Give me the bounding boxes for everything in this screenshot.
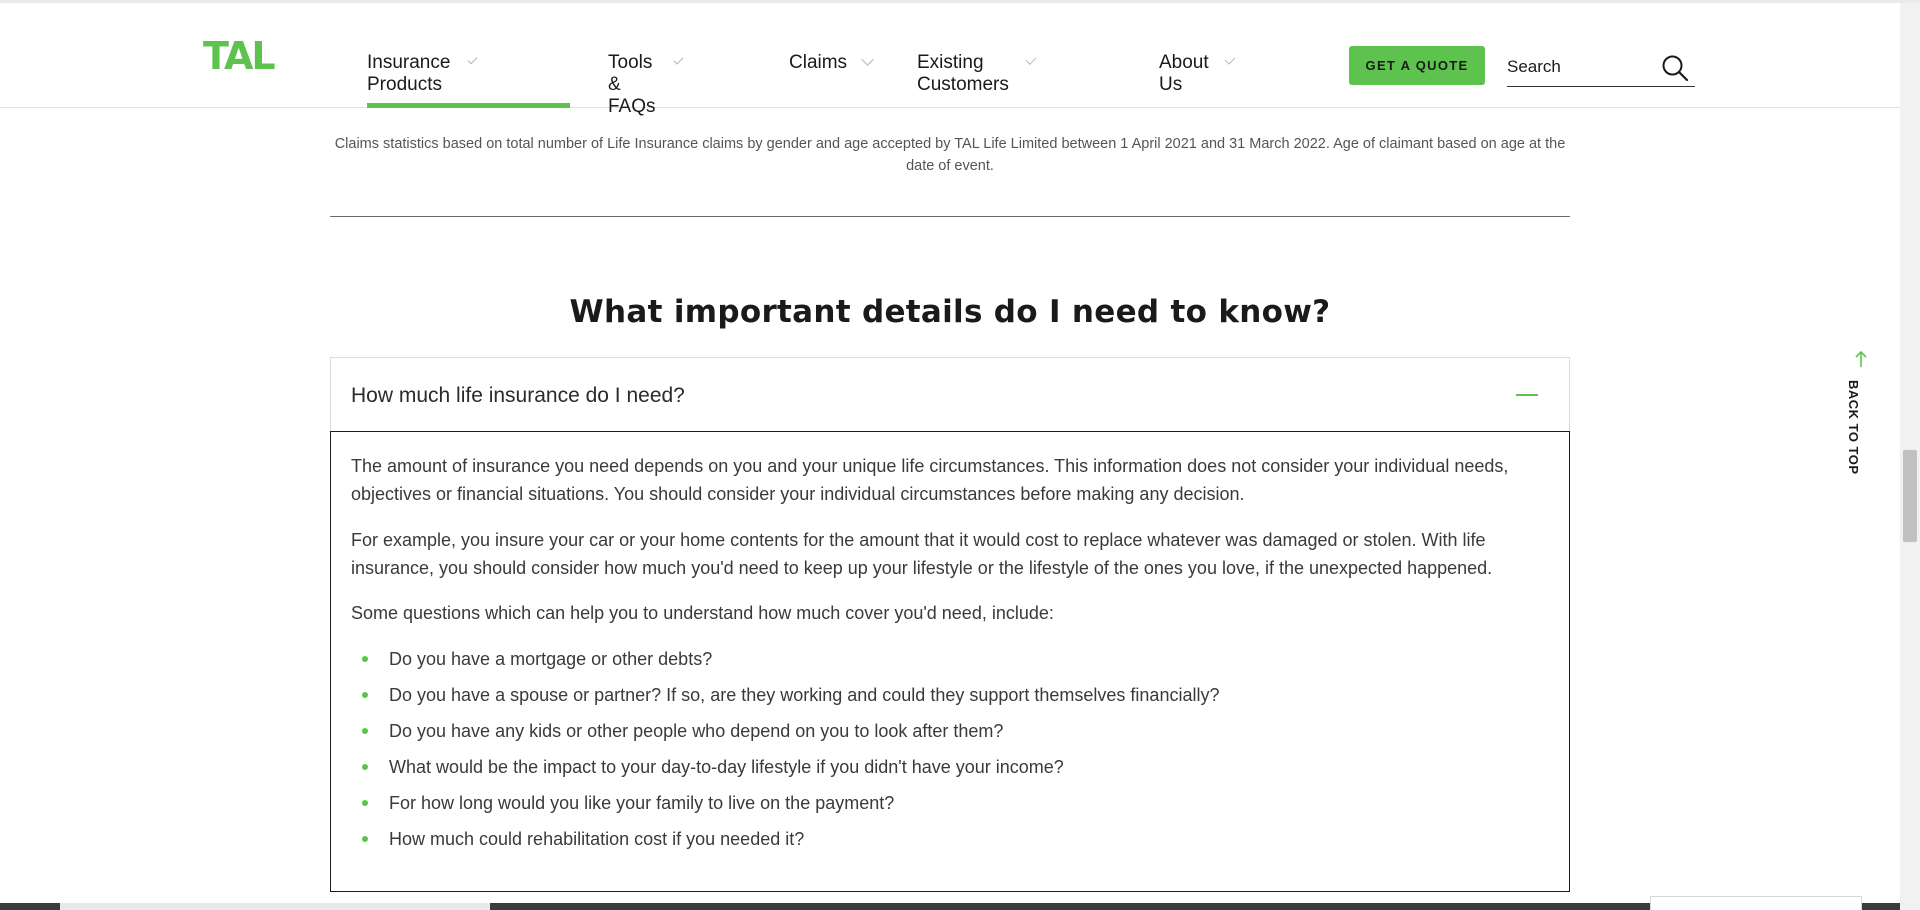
nav-item-label: Tools & FAQs — [608, 52, 656, 117]
bottom-widget-edge — [1650, 896, 1862, 910]
search-input[interactable] — [1507, 51, 1657, 81]
accordion-panel: The amount of insurance you need depends… — [330, 431, 1570, 892]
chevron-down-icon — [1025, 54, 1037, 65]
list-item: Do you have a spouse or partner? If so, … — [351, 684, 1541, 720]
nav-item-about-us[interactable]: About Us — [1159, 3, 1236, 108]
back-to-top-link[interactable]: BACK TO TOP — [1846, 350, 1876, 480]
list-item: What would be the impact to your day-to-… — [351, 756, 1541, 792]
active-nav-indicator — [367, 103, 570, 108]
bottom-bar-segment — [60, 903, 490, 910]
nav-item-label: Existing Customers — [917, 52, 1009, 95]
nav-item-existing-customers[interactable]: Existing Customers — [917, 3, 1037, 108]
accordion-paragraph: Some questions which can help you to und… — [351, 603, 1054, 623]
accordion-question: How much life insurance do I need? — [351, 384, 685, 407]
chevron-down-icon — [467, 54, 478, 65]
nav-item-label: Insurance Products — [367, 52, 451, 95]
get-a-quote-button[interactable]: GET A QUOTE — [1349, 46, 1485, 85]
search-icon[interactable] — [1661, 54, 1689, 82]
site-header: TAL Insurance Products Tools & FAQs Clai… — [0, 3, 1900, 117]
accordion-header[interactable]: How much life insurance do I need? — [330, 357, 1570, 431]
list-item: Do you have any kids or other people who… — [351, 720, 1541, 756]
section-title: What important details do I need to know… — [569, 294, 1331, 330]
claims-disclaimer: Claims statistics based on total number … — [334, 136, 1566, 174]
questions-list: Do you have a mortgage or other debts? D… — [351, 648, 1541, 864]
arrow-up-icon — [1855, 350, 1867, 367]
nav-item-insurance-products[interactable]: Insurance Products — [367, 3, 478, 108]
chevron-down-icon — [1225, 54, 1236, 65]
list-item: For how long would you like your family … — [351, 792, 1541, 828]
search-box — [1507, 51, 1695, 87]
list-item: How much could rehabilitation cost if yo… — [351, 828, 1541, 864]
list-item: Do you have a mortgage or other debts? — [351, 648, 1541, 684]
accordion-paragraph: The amount of insurance you need depends… — [351, 456, 1509, 504]
minus-icon[interactable] — [1516, 394, 1538, 396]
back-to-top-label: BACK TO TOP — [1846, 380, 1861, 475]
nav-item-tools-faqs[interactable]: Tools & FAQs — [608, 3, 684, 117]
chevron-down-icon — [861, 53, 874, 66]
nav-item-label: About Us — [1159, 52, 1209, 95]
accordion-paragraph: For example, you insure your car or your… — [351, 530, 1493, 578]
tal-logo[interactable]: TAL — [203, 36, 276, 76]
scrollbar-thumb[interactable] — [1903, 450, 1917, 542]
nav-item-claims[interactable]: Claims — [789, 3, 874, 108]
nav-item-label: Claims — [789, 52, 848, 73]
section-divider — [330, 216, 1570, 217]
chevron-down-icon — [673, 54, 684, 65]
